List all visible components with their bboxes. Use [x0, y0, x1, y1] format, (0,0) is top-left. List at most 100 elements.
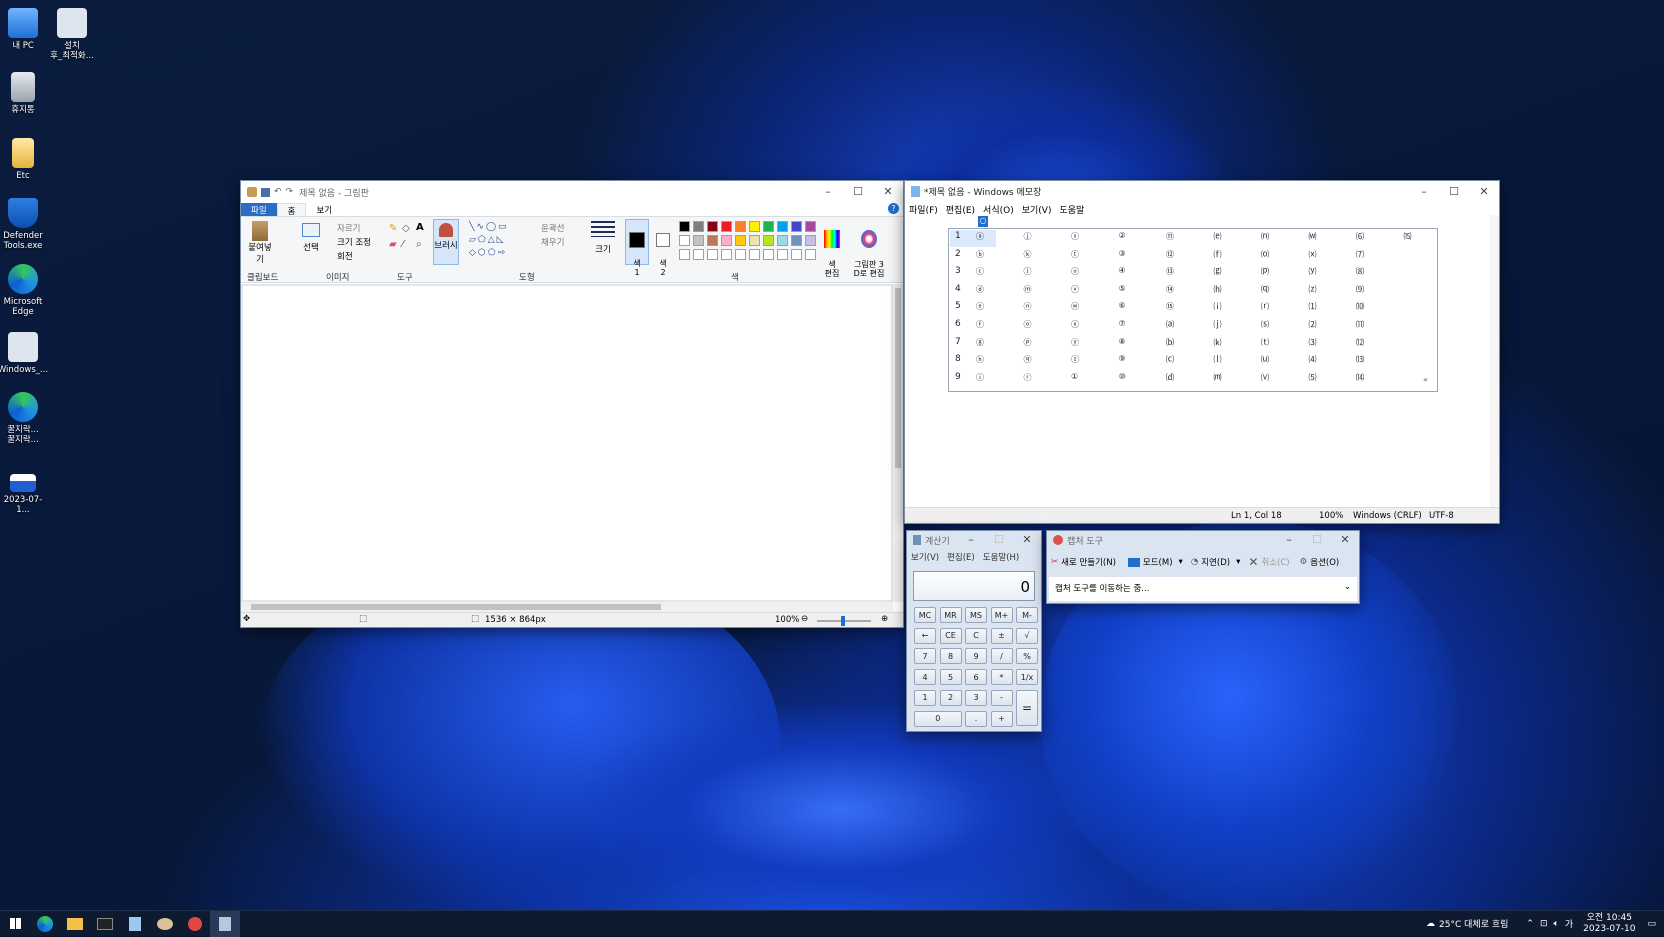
palette-swatch[interactable] [735, 221, 746, 232]
menu-format[interactable]: 서식(O) [979, 201, 1018, 216]
chevron-down-icon[interactable]: ▾ [1179, 557, 1183, 567]
candidate-symbol[interactable]: ⑶ [1309, 337, 1317, 348]
candidate-symbol[interactable]: ⒵ [1309, 284, 1317, 295]
tab-view[interactable]: 보기 [306, 203, 342, 216]
calc-key[interactable]: √ [1016, 627, 1038, 644]
candidate-symbol[interactable]: ⑹ [1356, 231, 1364, 242]
close-button[interactable]: ✕ [873, 181, 903, 201]
candidate-symbol[interactable]: ⓔ [976, 301, 984, 312]
maximize-button[interactable]: ☐ [985, 531, 1013, 547]
menu-edit[interactable]: 편집(E) [942, 201, 979, 216]
palette-swatch[interactable] [777, 249, 788, 260]
candidate-symbol[interactable]: ⑽ [1356, 301, 1364, 312]
paint3d-button[interactable]: 그림판 3 D로 편집 [849, 221, 889, 278]
calc-key[interactable]: ← [914, 627, 936, 644]
candidate-symbol[interactable]: ⒯ [1261, 337, 1269, 348]
desktop-icon-recycle-bin[interactable]: 휴지통 [0, 72, 49, 115]
candidate-symbol[interactable]: ⑻ [1356, 266, 1364, 277]
palette-swatch[interactable] [679, 221, 690, 232]
candidate-symbol[interactable]: ⑫ [1166, 249, 1174, 260]
fill-icon[interactable]: ◇ [402, 223, 410, 234]
paint-canvas[interactable] [243, 286, 891, 600]
candidate-symbol[interactable]: ⒝ [1166, 337, 1174, 348]
candidate-symbol[interactable]: ⒲ [1309, 231, 1317, 242]
palette-swatch[interactable] [791, 235, 802, 246]
candidate-symbol[interactable]: ⑸ [1309, 372, 1317, 383]
palette-swatch[interactable] [707, 249, 718, 260]
candidate-symbol[interactable]: ⒣ [1214, 284, 1222, 295]
redo-icon[interactable]: ↷ [286, 187, 294, 197]
menu-file[interactable]: 파일(F) [905, 201, 942, 216]
calc-key[interactable]: MS [965, 607, 987, 623]
candidate-symbol[interactable]: ⓠ [1024, 354, 1032, 365]
close-button[interactable]: ✕ [1331, 531, 1359, 547]
calc-key[interactable]: 4 [914, 669, 936, 686]
candidate-symbol[interactable]: ⒜ [1166, 319, 1174, 330]
options-button[interactable]: 옵션(O) [1310, 556, 1339, 568]
weather-icon[interactable]: ☁ [1426, 919, 1435, 929]
desktop-icon-etc[interactable]: Etc [0, 138, 49, 181]
palette-swatch[interactable] [805, 249, 816, 260]
candidate-symbol[interactable]: ⑾ [1356, 319, 1364, 330]
candidate-symbol[interactable]: ⓓ [976, 284, 984, 295]
start-button[interactable] [0, 911, 30, 937]
desktop-icon-defender-tools[interactable]: Defender Tools.exe [0, 198, 49, 251]
candidate-symbol[interactable]: ⒞ [1166, 354, 1174, 365]
palette-swatch[interactable] [749, 249, 760, 260]
palette-swatch[interactable] [693, 221, 704, 232]
select-button[interactable]: 선택 [299, 223, 323, 253]
calc-key[interactable]: / [990, 648, 1013, 665]
calc-key[interactable]: MC [914, 607, 936, 623]
calc-key[interactable]: 5 [939, 669, 962, 686]
paste-button[interactable]: 붙여넣기 [245, 221, 275, 265]
taskbar-edge[interactable] [30, 911, 60, 937]
candidate-symbol[interactable]: ⒴ [1309, 266, 1317, 277]
taskbar-terminal[interactable] [90, 911, 120, 937]
candidate-symbol[interactable]: ⓘ [976, 372, 984, 383]
menu-view[interactable]: 보기(V) [1018, 201, 1056, 216]
candidate-symbol[interactable]: ⑨ [1119, 354, 1126, 363]
calc-key[interactable]: * [990, 669, 1013, 686]
candidate-symbol[interactable]: ⓛ [1024, 266, 1032, 277]
candidate-symbol[interactable]: ⓥ [1071, 284, 1079, 295]
palette-swatch[interactable] [707, 221, 718, 232]
calc-key[interactable]: 1/x [1016, 669, 1038, 686]
size-button[interactable]: 크기 [591, 221, 615, 255]
color2-button[interactable]: 색 2 [652, 219, 674, 277]
candidate-symbol[interactable]: ⓟ [1024, 337, 1032, 348]
candidate-symbol[interactable]: ⒠ [1214, 231, 1222, 242]
candidate-symbol[interactable]: ⒭ [1261, 301, 1269, 312]
candidate-symbol[interactable]: ② [1119, 231, 1126, 240]
close-button[interactable]: ✕ [1469, 181, 1499, 201]
desktop-icon-edge[interactable]: Microsoft Edge [0, 264, 49, 317]
crop-button[interactable]: 자르기 [337, 222, 360, 234]
desktop-icon-windows[interactable]: Windows_... [0, 332, 49, 375]
magnifier-icon[interactable]: ⌕ [416, 239, 422, 250]
candidate-symbol[interactable]: ⑷ [1309, 354, 1317, 365]
candidate-symbol[interactable]: ⓣ [1071, 249, 1079, 260]
palette-swatch[interactable] [791, 221, 802, 232]
candidate-symbol[interactable]: ⒡ [1214, 249, 1222, 260]
save-icon[interactable] [261, 187, 270, 197]
close-button[interactable]: ✕ [1013, 531, 1041, 547]
candidate-symbol[interactable]: ⓑ [976, 249, 984, 260]
candidate-symbol[interactable]: ④ [1119, 266, 1126, 275]
help-icon[interactable]: ? [888, 203, 899, 214]
edit-colors-button[interactable]: 색 편집 [821, 221, 843, 278]
candidate-symbol[interactable]: ⓧ [1071, 319, 1079, 330]
candidate-symbol[interactable]: ① [1071, 372, 1078, 381]
taskbar-file-explorer[interactable] [60, 911, 90, 937]
maximize-button[interactable]: ☐ [1303, 531, 1331, 547]
notepad-vscrollbar[interactable] [1490, 215, 1499, 507]
menu-help[interactable]: 도움말 [1055, 201, 1088, 216]
calc-key[interactable]: M- [1016, 607, 1038, 623]
candidate-symbol[interactable]: ⑮ [1166, 301, 1174, 312]
symbol-candidate-popup[interactable]: 1 ⓐ ⓙ ⓢ ② ⑪ ⒠ ⒩ ⒲ ⑹ ⒂ 2 ⓑ ⓚ ⓣ ③ ⑫ ⒡ ⒪ ⒳ ⑺ 3 ⓒ ⓛ ⓤ ④ ⑬ ⒢ ⒫ ⒴ ⑻ 4 ⓓ ⓜ ⓥ ⑤ ⑭ ⒣ ⒬ ⒵… [948, 228, 1438, 392]
palette-swatch[interactable] [735, 249, 746, 260]
candidate-symbol[interactable]: ⓒ [976, 266, 984, 277]
calc-key[interactable]: CE [939, 627, 962, 644]
text-icon[interactable]: A [416, 222, 424, 233]
paint-hscrollbar[interactable] [241, 602, 893, 612]
candidate-symbol[interactable]: ⓨ [1071, 337, 1079, 348]
candidate-symbol[interactable]: ⑥ [1119, 301, 1126, 310]
